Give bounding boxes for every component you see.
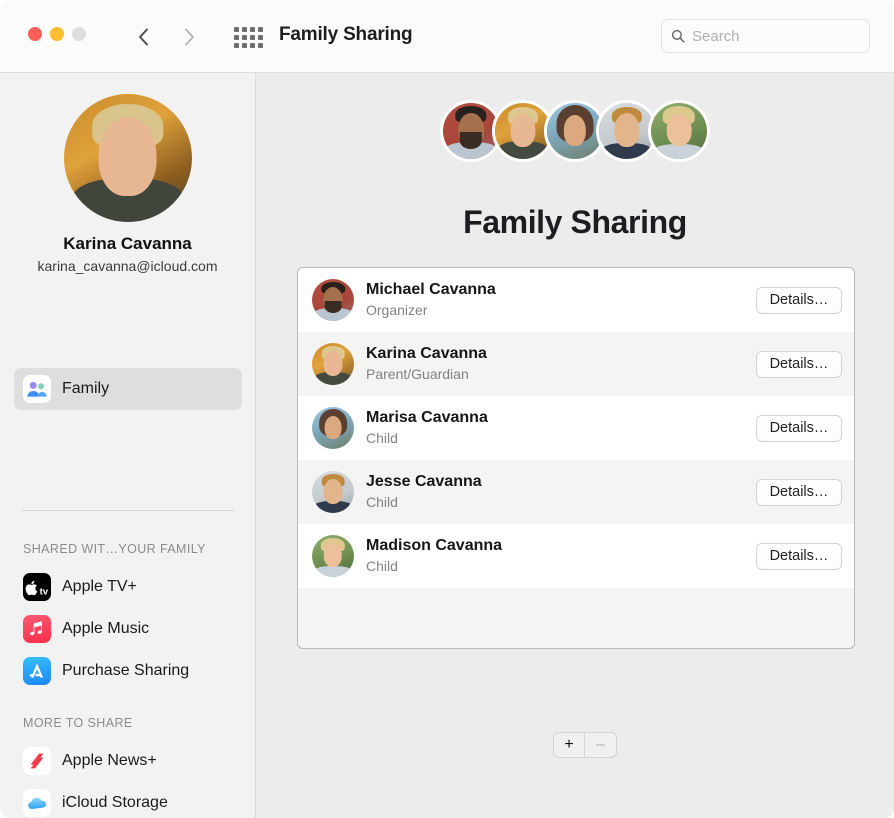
family-members-list: Michael Cavanna Organizer Details… Karin… [297,267,855,649]
table-row[interactable]: Madison Cavanna Child Details… [298,524,854,588]
member-name: Jesse Cavanna [366,473,482,491]
table-row[interactable]: Michael Cavanna Organizer Details… [298,268,854,332]
sidebar-section-header-shared: SHARED WIT…YOUR FAMILY [23,542,206,556]
sidebar-item-label: Apple News+ [62,752,157,769]
search-icon [671,29,685,43]
icloud-icon [23,789,51,817]
member-name: Madison Cavanna [366,537,503,555]
avatar [312,535,354,577]
grid-dot-icon [241,42,247,48]
sidebar-item-label: Apple Music [62,620,150,637]
sidebar-item-purchase-sharing[interactable]: Purchase Sharing [14,650,242,692]
grid-dot-icon [257,26,263,32]
sidebar-item-apple-tv-plus[interactable]: tv Apple TV+ [14,566,242,608]
sidebar-divider [22,510,234,511]
details-button[interactable]: Details… [756,286,842,314]
avatar [312,407,354,449]
grid-dot-icon [233,34,239,40]
grid-dot-icon [257,42,263,48]
add-member-button[interactable]: + [553,732,585,758]
remove-member-button[interactable]: – [585,732,617,758]
details-button[interactable]: Details… [756,414,842,442]
zoom-button[interactable] [72,27,86,41]
sidebar-section-more-items: Apple News+ iCloud Storage [0,740,255,818]
cluster-avatar-madison [648,100,710,162]
table-row[interactable]: Karina Cavanna Parent/Guardian Details… [298,332,854,396]
details-button[interactable]: Details… [756,478,842,506]
member-role: Child [366,494,398,511]
grid-dot-icon [233,42,239,48]
sidebar-section-header-more: MORE TO SHARE [23,716,133,730]
member-role: Organizer [366,302,428,319]
avatar [312,279,354,321]
grid-dot-icon [241,34,247,40]
grid-dot-icon [241,26,247,32]
family-avatar-cluster [256,100,894,162]
account-name: Karina Cavanna [63,234,192,253]
apple-music-icon [23,615,51,643]
sidebar-item-label: Apple TV+ [62,578,137,595]
avatar[interactable] [63,94,192,222]
family-group-icon [23,375,51,403]
details-button[interactable]: Details… [756,350,842,378]
sidebar-item-apple-music[interactable]: Apple Music [14,608,242,650]
grid-dot-icon [249,34,255,40]
sidebar: Karina Cavanna karina_cavanna@icloud.com… [0,73,256,818]
account-email: karina_cavanna@icloud.com [37,258,218,274]
sidebar-item-label: Purchase Sharing [62,662,190,679]
member-info: Jesse Cavanna Child [366,472,756,511]
sidebar-item-label: Family [62,380,110,397]
add-remove-member-controls: + – [553,732,617,758]
member-info: Marisa Cavanna Child [366,408,756,447]
details-button[interactable]: Details… [756,542,842,570]
member-name: Michael Cavanna [366,281,496,299]
app-store-icon [23,657,51,685]
avatar [312,343,354,385]
account-profile: Karina Cavanna karina_cavanna@icloud.com [0,94,255,274]
window-titlebar: Family Sharing Search [0,0,894,73]
page-title: Family Sharing [463,204,687,240]
minimize-button[interactable] [50,27,64,41]
sidebar-section-shared-items: tv Apple TV+ Apple Music Purchase Sharin… [0,566,255,692]
sidebar-item-apple-news-plus[interactable]: Apple News+ [14,740,242,782]
table-row[interactable]: Jesse Cavanna Child Details… [298,460,854,524]
close-button[interactable] [28,27,42,41]
family-sharing-window: Family Sharing Search Karina Cavanna kar… [0,0,894,818]
traffic-light-controls [28,27,86,41]
forward-button[interactable] [172,20,206,54]
apple-news-plus-icon [23,747,51,775]
member-name: Karina Cavanna [366,345,487,363]
grid-dot-icon [233,26,239,32]
member-info: Madison Cavanna Child [366,536,756,575]
karina-avatar-photo [63,94,192,222]
sidebar-item-label: iCloud Storage [62,794,168,811]
table-row[interactable]: Marisa Cavanna Child Details… [298,396,854,460]
member-name: Marisa Cavanna [366,409,488,427]
member-role: Parent/Guardian [366,366,469,383]
grid-dot-icon [257,34,263,40]
back-button[interactable] [126,20,160,54]
grid-dot-icon [249,26,255,32]
member-role: Child [366,430,398,447]
search-field[interactable]: Search [661,19,870,53]
grid-dot-icon [249,42,255,48]
avatar [312,471,354,513]
show-all-preferences-button[interactable] [230,22,266,52]
sidebar-primary-group: Family [0,368,255,410]
member-info: Michael Cavanna Organizer [366,280,756,319]
member-role: Child [366,558,398,575]
sidebar-item-family[interactable]: Family [14,368,242,410]
search-placeholder: Search [692,27,740,45]
main-content: Family Sharing Michael Cavanna Organizer [256,73,894,818]
member-info: Karina Cavanna Parent/Guardian [366,344,756,383]
window-title: Family Sharing [279,24,413,45]
svg-text:tv: tv [40,586,49,597]
apple-tv-plus-icon: tv [23,573,51,601]
sidebar-item-icloud-storage[interactable]: iCloud Storage [14,782,242,818]
